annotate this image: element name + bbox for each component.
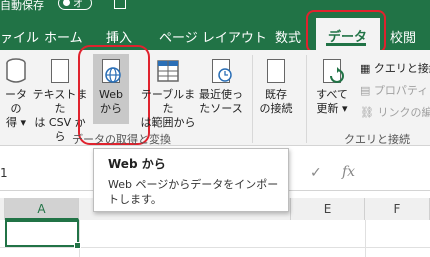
save-icon[interactable] <box>114 0 126 9</box>
existing-connections-label-2: の接続 <box>259 102 293 115</box>
grid-col-line <box>365 220 366 257</box>
ribbon-separator <box>252 55 253 143</box>
properties-label: プロパティ <box>373 84 429 97</box>
edit-links-icon: ⛓ <box>360 106 378 119</box>
text-file-icon <box>48 57 72 85</box>
tooltip-title: Web から <box>108 157 166 171</box>
refresh-all-button[interactable]: すべて 更新 ▾ <box>308 57 356 116</box>
database-icon <box>4 57 28 85</box>
function-icon[interactable]: fx <box>342 164 355 180</box>
existing-connections-button[interactable]: 既存 の接続 <box>256 57 296 116</box>
tab-formulas[interactable]: 数式 <box>275 27 301 46</box>
edit-links-label: リンクの編集 <box>377 106 430 119</box>
get-data-button[interactable]: ータの 得 ▾ <box>0 57 32 130</box>
existing-connections-label-1: 既存 <box>265 88 287 101</box>
get-data-label-1: ータの <box>5 88 27 115</box>
from-table-button[interactable]: テーブルまた は範囲から <box>140 57 196 130</box>
enter-icon[interactable]: ✓ <box>310 165 322 181</box>
from-table-label-2: は範囲から <box>140 116 196 129</box>
recent-sources-label-2: たソース <box>199 102 243 115</box>
tab-insert[interactable]: 挿入 <box>106 27 132 46</box>
autosave-toggle[interactable]: オフ <box>58 0 92 25</box>
get-data-label-2: 得 ▾ <box>5 116 27 129</box>
from-table-label-1: テーブルまた <box>140 88 196 115</box>
fill-handle[interactable] <box>74 242 81 249</box>
queries-connections-label: クエリと接続 <box>373 62 430 75</box>
refresh-icon <box>320 57 344 85</box>
web-tooltip: Web から Web ページからデータをインポートします。 <box>93 148 289 212</box>
toggle-knob-icon <box>63 0 70 6</box>
group-label-get-transform: データの取得と変換 <box>72 133 171 146</box>
refresh-all-label-2: 更新 ▾ <box>316 102 348 115</box>
queries-icon: ▦ <box>360 62 374 75</box>
tab-page-layout[interactable]: ページ レイアウト <box>159 27 267 46</box>
properties-icon: ▤ <box>360 84 374 97</box>
properties-item[interactable]: ▤ プロパティ <box>360 82 428 98</box>
clock-file-icon <box>209 57 233 85</box>
edit-links-item[interactable]: ⛓ リンクの編集 <box>360 104 430 120</box>
tab-review[interactable]: 校閲 <box>390 27 416 46</box>
existing-connections-icon <box>264 57 288 85</box>
autosave-label: 自動保存 <box>0 0 44 12</box>
tab-home[interactable]: ホーム <box>44 27 83 46</box>
tab-file[interactable]: ァイル <box>0 27 39 46</box>
group-label-queries: クエリと接続 <box>344 133 410 146</box>
table-icon <box>156 57 180 85</box>
recent-sources-button[interactable]: 最近使っ たソース <box>196 57 246 116</box>
data-tab-highlight <box>306 10 386 53</box>
queries-connections-item[interactable]: ▦ クエリと接続 <box>360 60 430 76</box>
selected-cell[interactable] <box>5 220 81 249</box>
ribbon-separator <box>306 55 307 143</box>
column-header-e[interactable]: E <box>291 198 365 220</box>
tooltip-body: Web ページからデータをインポートします。 <box>108 178 279 206</box>
column-header-a[interactable]: A <box>5 198 79 220</box>
grid-col-line <box>79 220 80 257</box>
column-header-f[interactable]: F <box>365 198 430 220</box>
name-box[interactable]: 1 <box>0 166 8 180</box>
